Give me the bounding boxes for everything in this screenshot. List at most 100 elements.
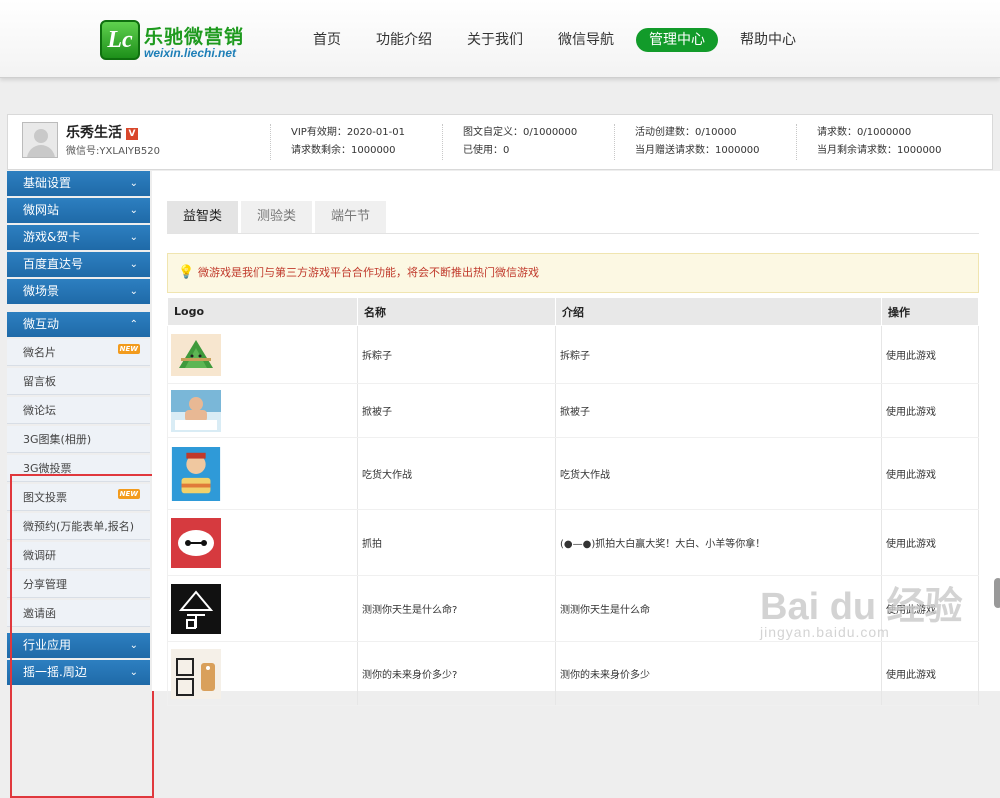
column-header-name: 名称 xyxy=(357,297,556,326)
stat-vip-expiry: VIP有效期：2020-01-01 xyxy=(291,127,405,138)
nav-wechat-guide[interactable]: 微信导航 xyxy=(545,28,627,52)
stat-activities: 活动创建数：0/10000 xyxy=(635,127,737,138)
sidebar-item-micro-scene[interactable]: 微场景 ⌄ xyxy=(7,279,150,304)
sidebar-subitem-invitation[interactable]: 邀请函 xyxy=(7,600,150,627)
zongzi-icon xyxy=(171,333,221,376)
stat-monthly-gift: 当月赠送请求数：1000000 xyxy=(635,145,760,156)
new-badge: NEW xyxy=(117,489,140,499)
worth-icon xyxy=(171,648,221,699)
column-header-action: 操作 xyxy=(881,297,979,326)
use-game-link[interactable]: 使用此游戏 xyxy=(881,641,979,706)
sidebar-subitem-business-card[interactable]: 微名片 NEW xyxy=(7,339,150,366)
nav-features[interactable]: 功能介绍 xyxy=(363,28,445,52)
sidebar-subitem-share-management[interactable]: 分享管理 xyxy=(7,571,150,598)
sidebar-item-micro-site[interactable]: 微网站 ⌄ xyxy=(7,198,150,223)
sidebar: 基础设置 ⌄ 微网站 ⌄ 游戏&贺卡 ⌄ 百度直达号 ⌄ 微场景 ⌄ 微互动 ⌃ 微名片 NE… xyxy=(7,171,154,798)
lightbulb-icon: 💡 xyxy=(178,265,195,280)
verified-badge-icon: V xyxy=(126,128,138,140)
info-notice: 💡 微游戏是我们与第三方游戏平台合作功能，将会不断推出热门微信游戏 xyxy=(167,253,979,293)
stat-news-custom: 图文自定义：0/1000000 xyxy=(463,127,578,138)
use-game-link[interactable]: 使用此游戏 xyxy=(881,509,979,576)
baidu-watermark: Bai du 经验 jingyan.baidu.com xyxy=(760,575,963,640)
chevron-up-icon: ⌃ xyxy=(129,319,138,330)
game-name: 测测你天生是什么命? xyxy=(357,575,556,642)
column-header-logo: Logo xyxy=(167,297,358,326)
chevron-down-icon: ⌄ xyxy=(129,178,138,189)
game-name: 测你的未来身价多少? xyxy=(357,641,556,706)
account-summary: 乐秀生活 V 微信号:YXLAIYB520 VIP有效期：2020-01-01 请… xyxy=(7,114,993,170)
sidebar-subitem-booking[interactable]: 微预约(万能表单,报名) xyxy=(7,513,150,540)
games-table: Logo 名称 介绍 操作 拆粽子 拆粽子 使用此游戏 掀被子 掀被子 使用此游… xyxy=(167,297,979,706)
use-game-link[interactable]: 使用此游戏 xyxy=(881,437,979,510)
sidebar-item-shake-nearby[interactable]: 摇一摇.周边 ⌄ xyxy=(7,660,150,685)
nav-home[interactable]: 首页 xyxy=(300,28,354,52)
chevron-down-icon: ⌄ xyxy=(129,286,138,297)
sidebar-item-games-cards[interactable]: 游戏&贺卡 ⌄ xyxy=(7,225,150,250)
stat-group-news: 图文自定义：0/1000000 已使用：0 xyxy=(442,124,577,160)
table-row: 掀被子 掀被子 使用此游戏 xyxy=(167,383,979,438)
chevron-down-icon: ⌄ xyxy=(129,259,138,270)
game-name: 拆粽子 xyxy=(357,325,556,384)
account-name: 乐秀生活 xyxy=(66,125,122,141)
category-tabs: 益智类 测验类 端午节 xyxy=(167,201,387,233)
logo-name: 乐驰微营销 xyxy=(144,26,245,48)
tab-puzzle[interactable]: 益智类 xyxy=(167,201,239,233)
game-name: 抓拍 xyxy=(357,509,556,576)
table-row: 拆粽子 拆粽子 使用此游戏 xyxy=(167,325,979,384)
table-row: 测你的未来身价多少? 测你的未来身价多少 使用此游戏 xyxy=(167,641,979,706)
tab-quiz[interactable]: 测验类 xyxy=(241,201,313,233)
sidebar-subitem-vote[interactable]: 3G微投票 xyxy=(7,455,150,482)
sidebar-item-micro-interaction[interactable]: 微互动 ⌃ xyxy=(7,312,150,337)
use-game-link[interactable]: 使用此游戏 xyxy=(881,325,979,384)
nav-help[interactable]: 帮助中心 xyxy=(727,28,809,52)
main-nav: 首页 功能介绍 关于我们 微信导航 管理中心 帮助中心 xyxy=(300,28,818,52)
sidebar-item-basic-settings[interactable]: 基础设置 ⌄ xyxy=(7,171,150,196)
account-name-row: 乐秀生活 V xyxy=(66,122,138,142)
top-header: Lc 乐驰微营销 weixin.liechi.net 首页 功能介绍 关于我们 … xyxy=(0,0,1000,78)
site-logo[interactable]: Lc 乐驰微营销 weixin.liechi.net xyxy=(100,18,245,64)
new-badge: NEW xyxy=(117,344,140,354)
chevron-down-icon: ⌄ xyxy=(129,232,138,243)
sidebar-subitem-image-vote[interactable]: 图文投票 NEW xyxy=(7,484,150,511)
nav-admin-center[interactable]: 管理中心 xyxy=(636,28,718,52)
tab-dragon-boat[interactable]: 端午节 xyxy=(315,201,387,233)
foodie-icon xyxy=(171,446,221,501)
tab-divider xyxy=(167,233,979,234)
wechat-id: 微信号:YXLAIYB520 xyxy=(66,146,160,157)
table-row: 抓拍 (●—●)抓拍大白赢大奖！大白、小羊等你拿！ 使用此游戏 xyxy=(167,509,979,576)
baymax-icon xyxy=(171,517,221,568)
sidebar-subitem-survey[interactable]: 微调研 xyxy=(7,542,150,569)
sidebar-item-baidu-direct[interactable]: 百度直达号 ⌄ xyxy=(7,252,150,277)
game-name: 掀被子 xyxy=(357,383,556,438)
game-name: 吃货大作战 xyxy=(357,437,556,510)
column-header-intro: 介绍 xyxy=(555,297,882,326)
chevron-down-icon: ⌄ xyxy=(129,640,138,651)
game-intro: (●—●)抓拍大白赢大奖！大白、小羊等你拿！ xyxy=(555,509,882,576)
sidebar-subitem-forum[interactable]: 微论坛 xyxy=(7,397,150,424)
quilt-icon xyxy=(171,389,221,432)
stat-used: 已使用：0 xyxy=(463,145,510,156)
game-intro: 测你的未来身价多少 xyxy=(555,641,882,706)
sidebar-subitem-message-board[interactable]: 留言板 xyxy=(7,368,150,395)
stat-requests-remaining: 请求数剩余：1000000 xyxy=(291,145,396,156)
stat-group-requests: 请求数：0/1000000 当月剩余请求数：1000000 xyxy=(796,124,942,160)
table-row: 吃货大作战 吃货大作战 使用此游戏 xyxy=(167,437,979,510)
use-game-link[interactable]: 使用此游戏 xyxy=(881,383,979,438)
stat-requests: 请求数：0/1000000 xyxy=(817,127,912,138)
stat-group-activity: 活动创建数：0/10000 当月赠送请求数：1000000 xyxy=(614,124,760,160)
game-intro: 掀被子 xyxy=(555,383,882,438)
logo-url: weixin.liechi.net xyxy=(144,46,237,60)
game-intro: 吃货大作战 xyxy=(555,437,882,510)
sidebar-item-industry-apps[interactable]: 行业应用 ⌄ xyxy=(7,633,150,658)
chevron-down-icon: ⌄ xyxy=(129,205,138,216)
sidebar-subitem-gallery[interactable]: 3G图集(相册) xyxy=(7,426,150,453)
nav-about[interactable]: 关于我们 xyxy=(454,28,536,52)
chevron-down-icon: ⌄ xyxy=(129,667,138,678)
stat-monthly-remaining: 当月剩余请求数：1000000 xyxy=(817,145,942,156)
watermark-main: Bai du 经验 xyxy=(760,586,963,628)
scrollbar-handle[interactable] xyxy=(994,578,1000,608)
fate-icon xyxy=(171,583,221,634)
stat-group-vip: VIP有效期：2020-01-01 请求数剩余：1000000 xyxy=(270,124,405,160)
game-intro: 拆粽子 xyxy=(555,325,882,384)
logo-mark: Lc xyxy=(100,20,140,60)
